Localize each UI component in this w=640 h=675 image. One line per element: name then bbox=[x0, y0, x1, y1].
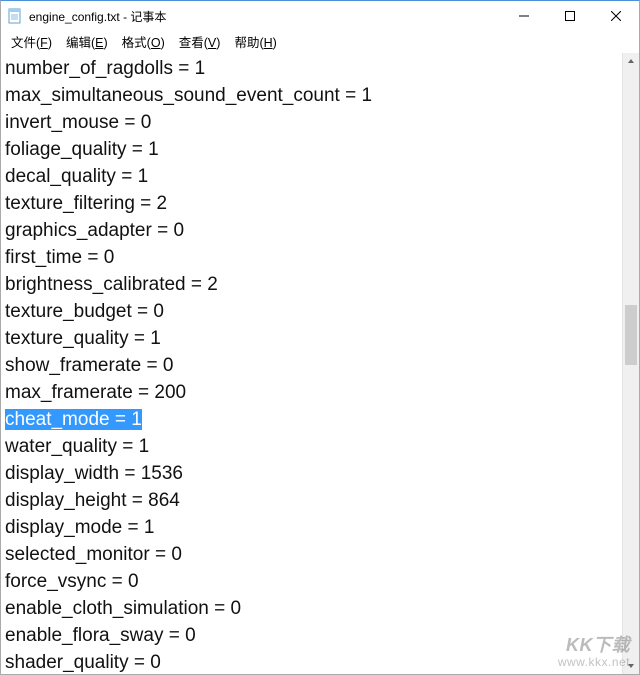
editor-line[interactable]: display_width = 1536 bbox=[5, 460, 618, 487]
minimize-button[interactable] bbox=[501, 1, 547, 31]
menu-edit[interactable]: 编辑(E) bbox=[60, 31, 114, 52]
editor-line[interactable]: texture_budget = 0 bbox=[5, 298, 618, 325]
menu-help[interactable]: 帮助(H) bbox=[228, 31, 282, 52]
scroll-thumb[interactable] bbox=[625, 305, 637, 365]
editor-line[interactable]: invert_mouse = 0 bbox=[5, 109, 618, 136]
scroll-down-button[interactable] bbox=[623, 657, 639, 674]
editor-line[interactable]: first_time = 0 bbox=[5, 244, 618, 271]
editor-line[interactable]: texture_quality = 1 bbox=[5, 325, 618, 352]
window-controls bbox=[501, 1, 639, 31]
menubar: 文件(F) 编辑(E) 格式(O) 查看(V) 帮助(H) bbox=[1, 31, 639, 53]
notepad-window: engine_config.txt - 记事本 文件(F) 编辑(E) 格式(O… bbox=[0, 0, 640, 675]
editor-area: number_of_ragdolls = 1max_simultaneous_s… bbox=[1, 53, 639, 674]
notepad-icon bbox=[7, 8, 23, 24]
menu-format[interactable]: 格式(O) bbox=[116, 31, 171, 52]
editor-line[interactable]: texture_filtering = 2 bbox=[5, 190, 618, 217]
titlebar[interactable]: engine_config.txt - 记事本 bbox=[1, 1, 639, 31]
menu-view[interactable]: 查看(V) bbox=[173, 31, 227, 52]
editor-line[interactable]: graphics_adapter = 0 bbox=[5, 217, 618, 244]
editor-line[interactable]: display_mode = 1 bbox=[5, 514, 618, 541]
editor-line[interactable]: show_framerate = 0 bbox=[5, 352, 618, 379]
editor-line[interactable]: max_simultaneous_sound_event_count = 1 bbox=[5, 82, 618, 109]
text-editor[interactable]: number_of_ragdolls = 1max_simultaneous_s… bbox=[1, 53, 622, 674]
editor-line[interactable]: brightness_calibrated = 2 bbox=[5, 271, 618, 298]
window-title: engine_config.txt - 记事本 bbox=[29, 8, 166, 25]
editor-line[interactable]: enable_cloth_simulation = 0 bbox=[5, 595, 618, 622]
editor-line[interactable]: enable_flora_sway = 0 bbox=[5, 622, 618, 649]
editor-line[interactable]: force_vsync = 0 bbox=[5, 568, 618, 595]
editor-line[interactable]: foliage_quality = 1 bbox=[5, 136, 618, 163]
scroll-up-button[interactable] bbox=[623, 53, 639, 70]
scroll-track[interactable] bbox=[623, 70, 639, 657]
maximize-button[interactable] bbox=[547, 1, 593, 31]
editor-line[interactable]: shader_quality = 0 bbox=[5, 649, 618, 674]
close-button[interactable] bbox=[593, 1, 639, 31]
editor-line[interactable]: water_quality = 1 bbox=[5, 433, 618, 460]
menu-file[interactable]: 文件(F) bbox=[5, 31, 58, 52]
editor-line[interactable]: decal_quality = 1 bbox=[5, 163, 618, 190]
editor-line[interactable]: number_of_ragdolls = 1 bbox=[5, 55, 618, 82]
editor-line[interactable]: display_height = 864 bbox=[5, 487, 618, 514]
vertical-scrollbar[interactable] bbox=[622, 53, 639, 674]
editor-line[interactable]: selected_monitor = 0 bbox=[5, 541, 618, 568]
editor-line[interactable]: cheat_mode = 1 bbox=[5, 406, 618, 433]
editor-line[interactable]: max_framerate = 200 bbox=[5, 379, 618, 406]
